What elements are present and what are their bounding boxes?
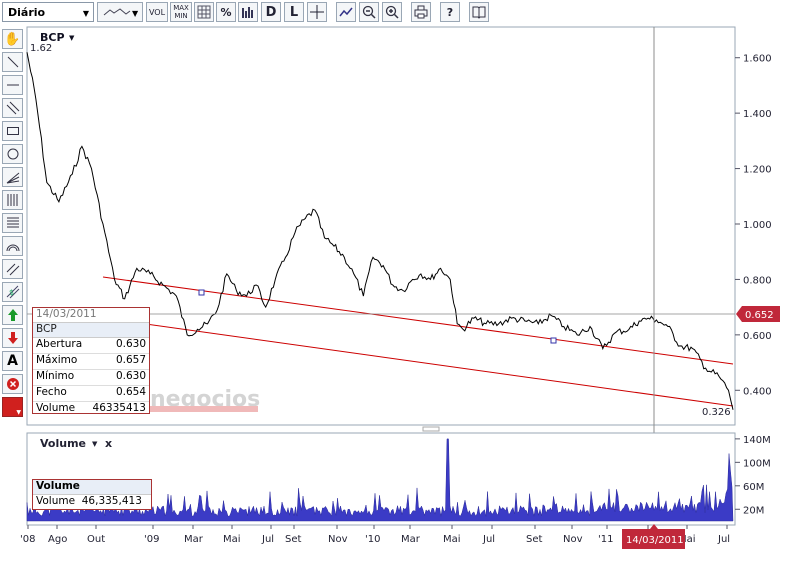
- volume-tick-label: 140M: [743, 435, 771, 446]
- volume-box-row: Volume 46,335,413: [33, 495, 151, 507]
- info-symbol: BCP: [33, 323, 149, 338]
- y-tick-label: 1.400: [743, 109, 772, 120]
- y-tick-label: 1.200: [743, 165, 772, 176]
- volume-info-box: Volume Volume 46,335,413: [32, 479, 152, 510]
- x-tick-label: Mar: [184, 534, 204, 545]
- volume-box-title: Volume: [33, 480, 151, 495]
- info-label: Volume: [36, 402, 76, 414]
- info-label: Fecho: [36, 386, 67, 398]
- info-row: Fecho 0.654: [33, 386, 149, 402]
- last-price-value: 0.652: [745, 310, 774, 321]
- info-label: Máximo: [36, 354, 78, 366]
- volume-tick-label: 20M: [743, 505, 764, 516]
- last-price-badge: 0.652: [736, 306, 780, 322]
- x-tick-label: '08: [20, 534, 35, 545]
- cursor-date-badge: 14/03/2011: [622, 524, 685, 549]
- y-tick-label: 1.000: [743, 220, 772, 231]
- info-row: Abertura 0.630: [33, 338, 149, 354]
- info-date: 14/03/2011: [33, 308, 149, 323]
- price-chart[interactable]: negocios 1.6001.4001.2001.0000.8000.6000…: [0, 0, 787, 562]
- info-row: Volume 46335413: [33, 402, 149, 417]
- x-tick-label: Set: [285, 534, 302, 545]
- cursor-date: 14/03/2011: [626, 535, 684, 546]
- x-tick-label: '09: [144, 534, 159, 545]
- volume-box-label: Volume: [36, 495, 76, 507]
- info-value: 0.630: [115, 338, 146, 350]
- x-tick-label: Jul: [717, 534, 730, 545]
- volume-close-button[interactable]: x: [105, 437, 112, 450]
- chevron-down-icon[interactable]: ▼: [92, 440, 98, 448]
- trend-handle[interactable]: [198, 289, 205, 296]
- info-label: Mínimo: [36, 370, 75, 382]
- trend-handle[interactable]: [550, 337, 557, 344]
- volume-tick-label: 60M: [743, 482, 764, 493]
- volume-box-value: 46,335,413: [81, 495, 142, 507]
- x-tick-label: Set: [526, 534, 543, 545]
- x-tick-label: Nov: [328, 534, 348, 545]
- y-tick-label: 1.600: [743, 54, 772, 65]
- chevron-down-icon: ▼: [69, 34, 75, 42]
- y-tick-label: 0.600: [743, 331, 772, 342]
- min-value-label: 0.326: [702, 407, 731, 418]
- info-row: Mínimo 0.630: [33, 370, 149, 386]
- x-tick-label: Jul: [261, 534, 274, 545]
- info-value: 0.654: [115, 386, 146, 398]
- x-tick-label: Mai: [223, 534, 241, 545]
- x-tick-label: Mai: [443, 534, 461, 545]
- info-value: 0.657: [115, 354, 146, 366]
- ohlc-info-box: 14/03/2011 BCP Abertura 0.630 Máximo 0.657…: [32, 307, 150, 414]
- splitter-handle[interactable]: [422, 426, 440, 432]
- x-tick-label: Nov: [563, 534, 583, 545]
- x-tick-label: Ago: [48, 534, 67, 545]
- info-label: Abertura: [36, 338, 83, 350]
- x-tick-label: Mar: [401, 534, 421, 545]
- info-value: 0.630: [115, 370, 146, 382]
- x-tick-label: '11: [598, 534, 613, 545]
- y-tick-label: 0.800: [743, 275, 772, 286]
- volume-tick-label: 100M: [743, 458, 771, 469]
- x-tick-label: Jul: [482, 534, 495, 545]
- x-tick-label: Out: [87, 534, 105, 545]
- y-tick-label: 0.400: [743, 386, 772, 397]
- info-row: Máximo 0.657: [33, 354, 149, 370]
- info-value: 46335413: [92, 402, 146, 414]
- x-tick-label: '10: [365, 534, 380, 545]
- current-value: 1.62: [30, 43, 52, 54]
- watermark-bar: [150, 406, 258, 412]
- volume-title: Volume: [40, 437, 86, 450]
